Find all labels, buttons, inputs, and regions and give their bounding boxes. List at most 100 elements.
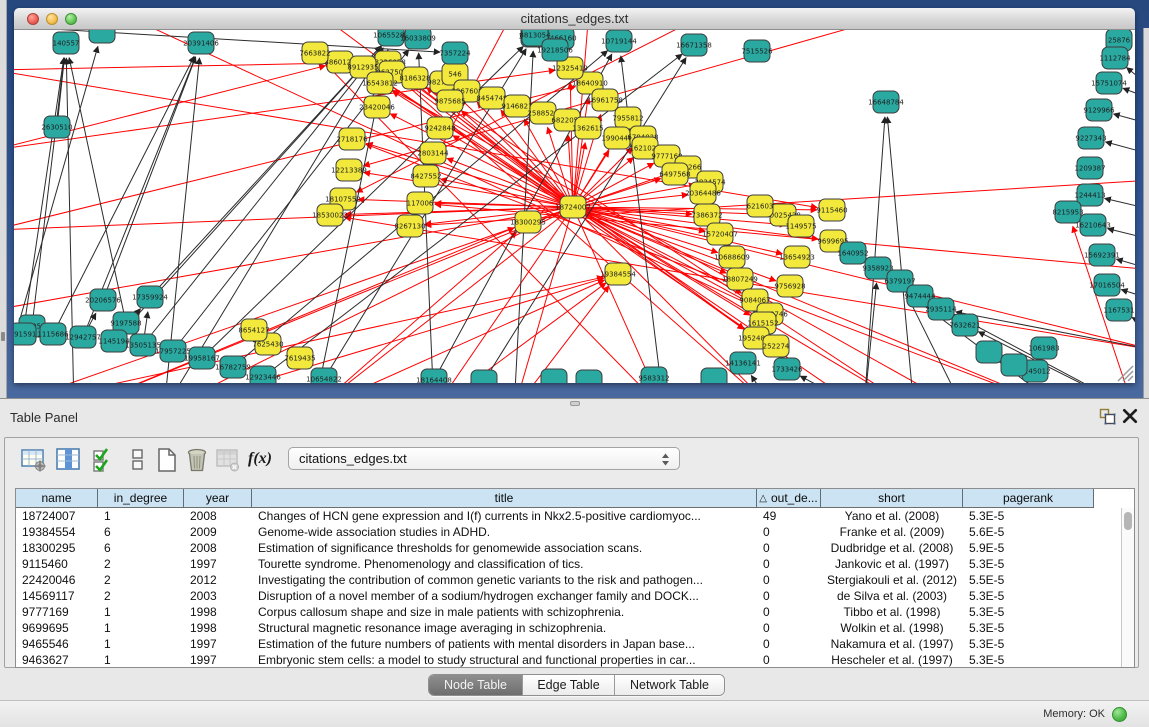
- table-settings-icon[interactable]: [21, 447, 47, 473]
- network-node-label: 9129966: [1083, 107, 1115, 115]
- new-file-icon[interactable]: [154, 447, 180, 473]
- table-cell: 5.3E-5: [963, 588, 1094, 604]
- network-window-titlebar[interactable]: citations_edges.txt: [14, 8, 1135, 30]
- network-edge: [864, 283, 877, 383]
- table-cell: 5.5E-5: [963, 572, 1094, 588]
- scrollbar-thumb[interactable]: [1124, 512, 1132, 530]
- function-builder-icon[interactable]: f(x): [248, 450, 272, 468]
- network-node-label: 7619435: [284, 355, 315, 363]
- tab-network-table[interactable]: Network Table: [614, 675, 724, 695]
- left-panel-edge[interactable]: [0, 0, 7, 398]
- network-node[interactable]: [471, 370, 497, 383]
- table-cell: 5.3E-5: [963, 652, 1094, 668]
- column-header-label: pagerank: [1003, 491, 1053, 505]
- close-panel-icon[interactable]: [1122, 408, 1138, 424]
- column-header-label: short: [878, 491, 905, 505]
- network-edge: [1105, 198, 1135, 210]
- table-browser-panel: f(x) citations_edges.txt namein_degreeye…: [4, 437, 1139, 668]
- table-row[interactable]: 946362711997Embryonic stem cells: a mode…: [16, 652, 1134, 668]
- float-panel-icon[interactable]: [1099, 408, 1116, 425]
- table-cell: 1997: [184, 556, 252, 572]
- minimize-window-icon[interactable]: [46, 13, 58, 25]
- network-node-label: 8454749: [476, 95, 507, 103]
- table-cell: 0: [757, 572, 821, 588]
- network-node[interactable]: [976, 341, 1002, 363]
- network-node[interactable]: [701, 368, 727, 383]
- network-edge: [1108, 229, 1135, 240]
- citation-network-graph[interactable]: 1872400718300295193845542322605888601288…: [14, 30, 1135, 383]
- network-edge: [1123, 88, 1135, 100]
- network-node[interactable]: [1001, 354, 1027, 376]
- network-node-label: 16671358: [676, 42, 712, 50]
- table-row[interactable]: 1456911722003Disruption of a novel membe…: [16, 588, 1134, 604]
- right-panel-edge[interactable]: [1143, 28, 1149, 398]
- node-table[interactable]: namein_degreeyeartitle△out_de... short pag…: [15, 488, 1135, 668]
- column-header[interactable]: pagerank: [963, 489, 1094, 508]
- network-node-label: 20364486: [685, 190, 721, 198]
- column-header[interactable]: name: [16, 489, 98, 508]
- network-node[interactable]: [89, 30, 115, 43]
- table-row[interactable]: 1830029562008Estimation of significance …: [16, 540, 1134, 556]
- network-node-label: 19958167: [184, 355, 220, 363]
- column-header[interactable]: in_degree: [98, 489, 184, 508]
- table-cell: Estimation of the future numbers of pati…: [252, 636, 757, 652]
- delete-rows-icon[interactable]: [184, 447, 210, 473]
- column-header[interactable]: △out_de...: [757, 489, 821, 508]
- column-header[interactable]: year: [184, 489, 252, 508]
- table-cell: 9463627: [16, 652, 98, 668]
- network-node[interactable]: [576, 370, 602, 383]
- table-cell: 19384554: [16, 524, 98, 540]
- zoom-window-icon[interactable]: [65, 13, 77, 25]
- network-node-label: 7955812: [612, 115, 643, 123]
- splitter-handle[interactable]: [570, 401, 580, 406]
- tab-edge-table[interactable]: Edge Table: [522, 675, 614, 695]
- table-cell: 0: [757, 636, 821, 652]
- table-selector-value: citations_edges.txt: [299, 451, 407, 466]
- network-node-label: 23420046: [359, 104, 395, 112]
- table-row[interactable]: 969969511998Structural magnetic resonanc…: [16, 620, 1134, 636]
- table-row[interactable]: 911546021997Tourette syndrome. Phenomeno…: [16, 556, 1134, 572]
- table-cell: 18300295: [16, 540, 98, 556]
- network-node-label: 117006: [407, 200, 434, 208]
- network-node[interactable]: [541, 369, 567, 383]
- network-node-label: 546: [448, 71, 462, 79]
- table-cell: 1997: [184, 652, 252, 668]
- network-node-label: 12942757: [65, 334, 101, 342]
- network-edge: [573, 207, 1135, 350]
- table-cell: 0: [757, 588, 821, 604]
- network-node-label: 10654822: [306, 376, 342, 384]
- network-node-label: 6379197: [884, 278, 915, 286]
- table-row[interactable]: 1872400712008Changes of HCN gene express…: [16, 508, 1134, 524]
- network-node-label: 7357224: [439, 50, 471, 58]
- table-selector-dropdown[interactable]: citations_edges.txt: [288, 447, 680, 470]
- network-node-label: 17016504: [1089, 282, 1125, 290]
- column-header[interactable]: short: [821, 489, 963, 508]
- network-canvas[interactable]: 1872400718300295193845542322605888601288…: [14, 30, 1135, 383]
- table-cell: Dudbridge et al. (2008): [821, 540, 963, 556]
- network-node-label: 1640952: [837, 250, 868, 258]
- rows-icon[interactable]: [125, 447, 151, 473]
- delete-table-icon[interactable]: [215, 447, 241, 473]
- table-scrollbar[interactable]: [1121, 508, 1134, 668]
- table-cell: Jankovic et al. (1997): [821, 556, 963, 572]
- network-node-label: 9875685: [434, 98, 465, 106]
- table-cell: 1: [98, 636, 184, 652]
- table-row[interactable]: 977716911998Corpus callosum shape and si…: [16, 604, 1134, 620]
- table-cell: 1998: [184, 620, 252, 636]
- panel-grip-icon[interactable]: [1, 332, 5, 341]
- network-edge: [751, 376, 774, 383]
- table-cell: 49: [757, 508, 821, 524]
- tab-node-table[interactable]: Node Table: [429, 675, 522, 695]
- network-node-label: 8267130: [394, 223, 425, 231]
- column-header-label: out_de...: [771, 491, 818, 505]
- row-selection-icon[interactable]: [91, 447, 117, 473]
- table-row[interactable]: 1938455462009Genome-wide association stu…: [16, 524, 1134, 540]
- table-cell: 22420046: [16, 572, 98, 588]
- column-visibility-icon[interactable]: [55, 447, 81, 473]
- close-window-icon[interactable]: [27, 13, 39, 25]
- column-header[interactable]: title: [252, 489, 757, 508]
- table-row[interactable]: 946554611997Estimation of the future num…: [16, 636, 1134, 652]
- network-node-label: 10719144: [601, 38, 637, 46]
- table-row[interactable]: 2242004622012Investigating the contribut…: [16, 572, 1134, 588]
- table-cell: 1998: [184, 604, 252, 620]
